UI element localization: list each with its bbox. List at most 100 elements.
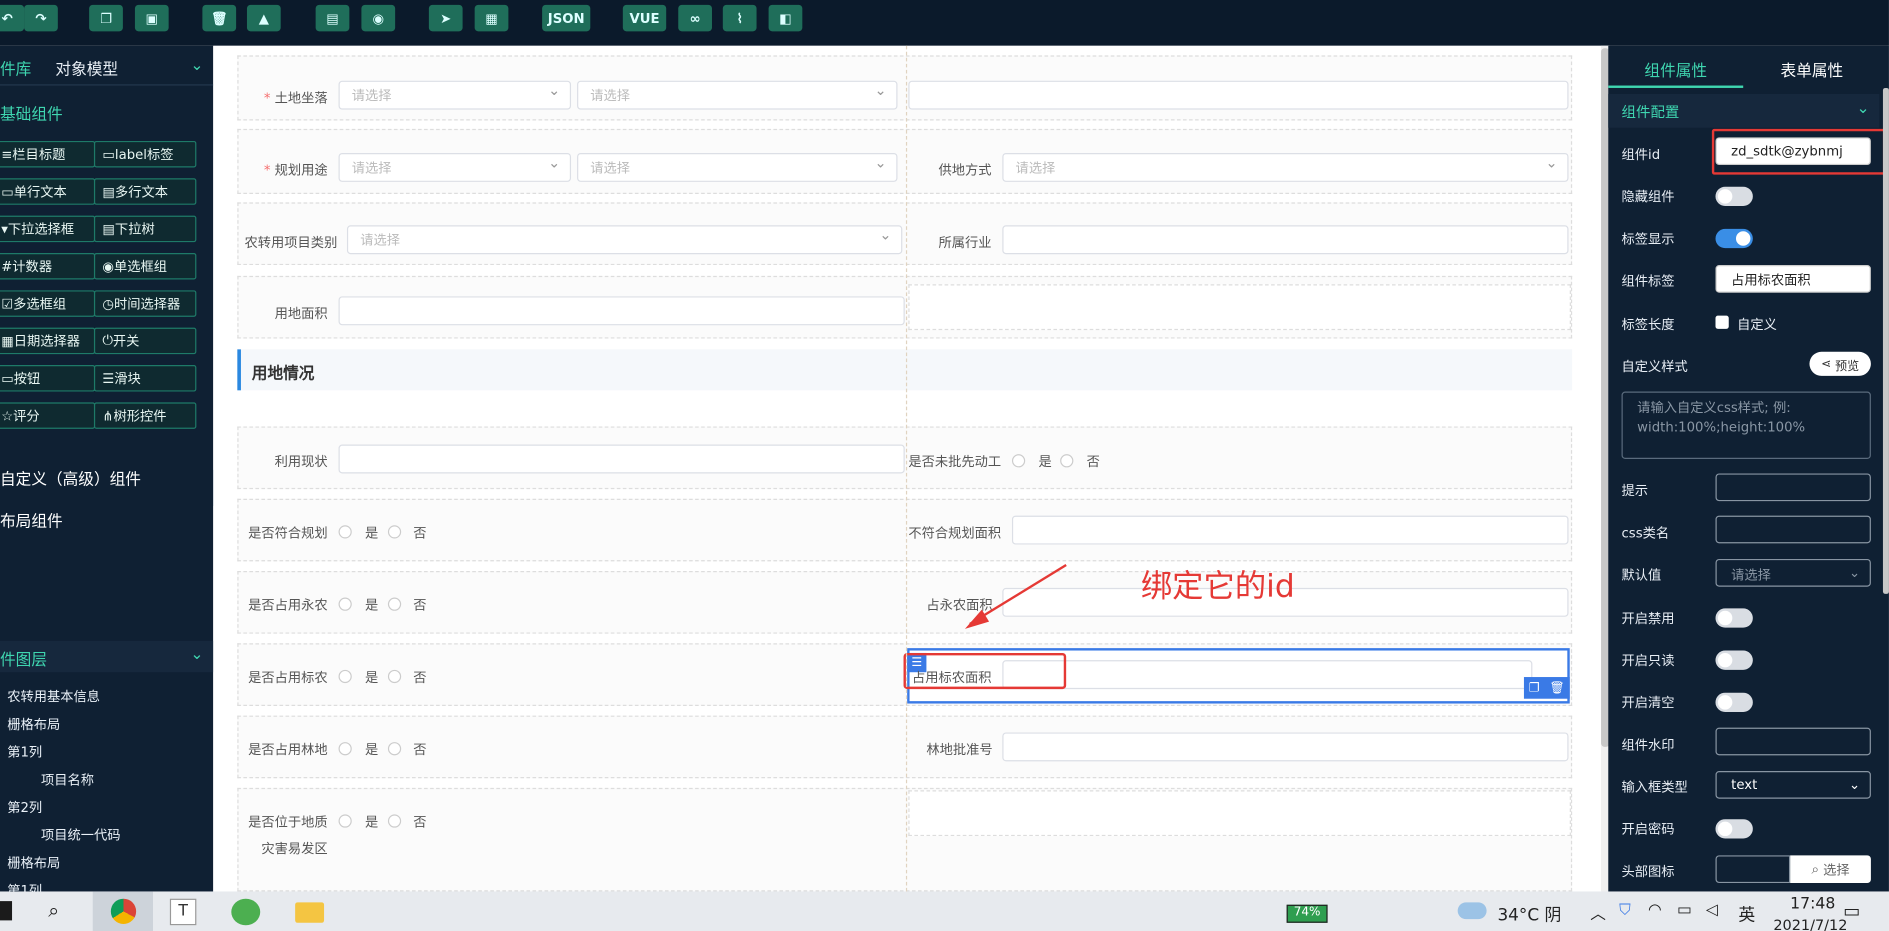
- redo-icon[interactable]: ↷: [24, 4, 58, 32]
- chevron-down-icon[interactable]: ⌄: [1856, 100, 1869, 118]
- component-item[interactable]: ☰ 滑块: [93, 365, 197, 392]
- component-item[interactable]: ◉ 单选框组: [93, 252, 197, 280]
- component-item[interactable]: ⏻ 开关: [93, 327, 197, 355]
- hint-input[interactable]: [1715, 473, 1871, 502]
- choose-icon-button[interactable]: ⌕ 选择: [1790, 855, 1871, 884]
- radio-yes[interactable]: [1011, 454, 1026, 468]
- land-area-input[interactable]: [338, 296, 905, 326]
- component-item[interactable]: ≡ 栏目标题: [0, 140, 96, 168]
- tree-node[interactable]: 第2列: [7, 798, 42, 817]
- wechat-icon[interactable]: [231, 898, 261, 926]
- battery-indicator[interactable]: 74%: [1286, 904, 1328, 923]
- preview-icon[interactable]: ◉: [361, 4, 396, 32]
- component-item[interactable]: ▤ 下拉树: [93, 215, 197, 243]
- tab-object-model[interactable]: 对象模型: [55, 57, 118, 79]
- tab-components[interactable]: 件库: [0, 57, 31, 79]
- clock-time[interactable]: 17:48: [1790, 895, 1835, 913]
- land-location-select-2[interactable]: 请选择: [577, 80, 898, 110]
- clearable-toggle[interactable]: [1715, 692, 1753, 712]
- radio-no[interactable]: [387, 597, 402, 611]
- chevron-up-icon[interactable]: ︿: [1590, 901, 1606, 924]
- radio-no[interactable]: [1060, 454, 1074, 468]
- hidden-toggle[interactable]: [1715, 186, 1753, 207]
- component-item[interactable]: ▭ label标签: [93, 140, 197, 168]
- radio-yes[interactable]: [338, 814, 352, 828]
- nonconform-area-input[interactable]: [1011, 515, 1569, 545]
- windows-start-icon[interactable]: [0, 901, 13, 921]
- undo-icon[interactable]: ↶: [0, 4, 25, 32]
- chart-icon[interactable]: ⌇: [722, 4, 757, 32]
- code-icon[interactable]: ◧: [768, 4, 803, 32]
- radio-yes[interactable]: [338, 597, 352, 611]
- plan-use-select-2[interactable]: 请选择: [577, 152, 898, 182]
- vue-button[interactable]: VUE: [622, 4, 667, 32]
- custom-checkbox[interactable]: [1715, 315, 1729, 329]
- std-farm-area-input[interactable]: [1002, 660, 1533, 690]
- save-icon[interactable]: ▤: [315, 4, 350, 32]
- copy-icon[interactable]: ❐: [89, 4, 123, 32]
- supply-select[interactable]: 请选择: [1002, 152, 1569, 182]
- export-icon[interactable]: ▦: [474, 4, 509, 32]
- component-item[interactable]: ▭ 单行文本: [0, 178, 96, 205]
- radio-no[interactable]: [387, 742, 402, 756]
- component-item[interactable]: ▤ 多行文本: [93, 178, 197, 205]
- tab-component-props[interactable]: 组件属性: [1644, 58, 1707, 81]
- land-location-select-1[interactable]: 请选择: [338, 80, 572, 110]
- default-select[interactable]: 请选择 ⌄: [1715, 558, 1871, 587]
- ime-indicator[interactable]: 英: [1738, 902, 1755, 926]
- radio-no[interactable]: [387, 814, 402, 828]
- weather-text[interactable]: 34°C 阴: [1497, 902, 1561, 926]
- component-item[interactable]: ▦ 日期选择器: [0, 327, 96, 355]
- advanced-components-title[interactable]: 自定义（高级）组件: [0, 466, 141, 489]
- tree-node[interactable]: 栅格布局: [7, 853, 60, 872]
- radio-no[interactable]: [387, 669, 402, 684]
- disabled-toggle[interactable]: [1715, 608, 1753, 628]
- css-class-input[interactable]: [1715, 515, 1871, 544]
- text-editor-icon[interactable]: T: [169, 898, 197, 926]
- component-item[interactable]: ⋔ 树形控件: [93, 402, 197, 429]
- json-button[interactable]: JSON: [542, 4, 591, 32]
- component-item[interactable]: # 计数器: [0, 252, 96, 280]
- radio-no[interactable]: [387, 525, 402, 539]
- show-label-toggle[interactable]: [1715, 228, 1753, 249]
- head-icon-input[interactable]: [1715, 855, 1791, 884]
- watermark-input[interactable]: [1715, 727, 1871, 756]
- delete-icon[interactable]: 🗑: [1549, 681, 1564, 694]
- tree-node[interactable]: 项目统一代码: [41, 825, 121, 844]
- radio-yes[interactable]: [338, 525, 352, 539]
- input-type-select[interactable]: text ⌄: [1715, 771, 1871, 799]
- component-item[interactable]: ▭ 按钮: [0, 365, 96, 392]
- scrollbar[interactable]: [1882, 87, 1889, 594]
- link-icon[interactable]: ∞: [678, 4, 712, 32]
- clear-icon[interactable]: ▲: [246, 4, 281, 32]
- radio-yes[interactable]: [338, 669, 352, 684]
- component-item[interactable]: ▾ 下拉选择框: [0, 215, 96, 243]
- notification-icon[interactable]: ▭: [1843, 900, 1860, 922]
- copy-icon[interactable]: ❐: [1529, 681, 1540, 694]
- industry-input[interactable]: [1002, 225, 1569, 255]
- tab-form-props[interactable]: 表单属性: [1781, 58, 1844, 81]
- readonly-toggle[interactable]: [1715, 650, 1753, 670]
- land-location-input[interactable]: [908, 80, 1569, 110]
- current-use-input[interactable]: [338, 444, 905, 474]
- label-input[interactable]: 占用标农面积: [1715, 265, 1871, 293]
- radio-yes[interactable]: [338, 742, 352, 756]
- forest-no-input[interactable]: [1002, 732, 1569, 762]
- custom-style-textarea[interactable]: 请输入自定义css样式; 例: width:100%;height:100%: [1621, 391, 1871, 459]
- plan-use-select-1[interactable]: 请选择: [338, 152, 572, 182]
- project-type-select[interactable]: 请选择: [346, 225, 903, 255]
- paste-icon[interactable]: ▣: [134, 4, 169, 32]
- folder-icon[interactable]: [295, 902, 325, 923]
- chevron-down-icon[interactable]: ⌄: [190, 646, 203, 664]
- chrome-taskbar-item[interactable]: [92, 891, 153, 931]
- component-item[interactable]: ◷ 时间选择器: [93, 290, 197, 317]
- search-icon[interactable]: ⌕: [48, 899, 59, 923]
- password-toggle[interactable]: [1715, 819, 1753, 839]
- tree-node[interactable]: 第1列: [7, 742, 42, 761]
- send-icon[interactable]: ➤: [428, 4, 463, 32]
- tree-node[interactable]: 栅格布局: [7, 714, 60, 733]
- preview-button[interactable]: ⋖ 预览: [1809, 351, 1871, 376]
- tree-node[interactable]: 项目名称: [41, 770, 94, 789]
- tree-node[interactable]: 农转用基本信息: [7, 687, 100, 706]
- layout-components-title[interactable]: 布局组件: [0, 508, 63, 531]
